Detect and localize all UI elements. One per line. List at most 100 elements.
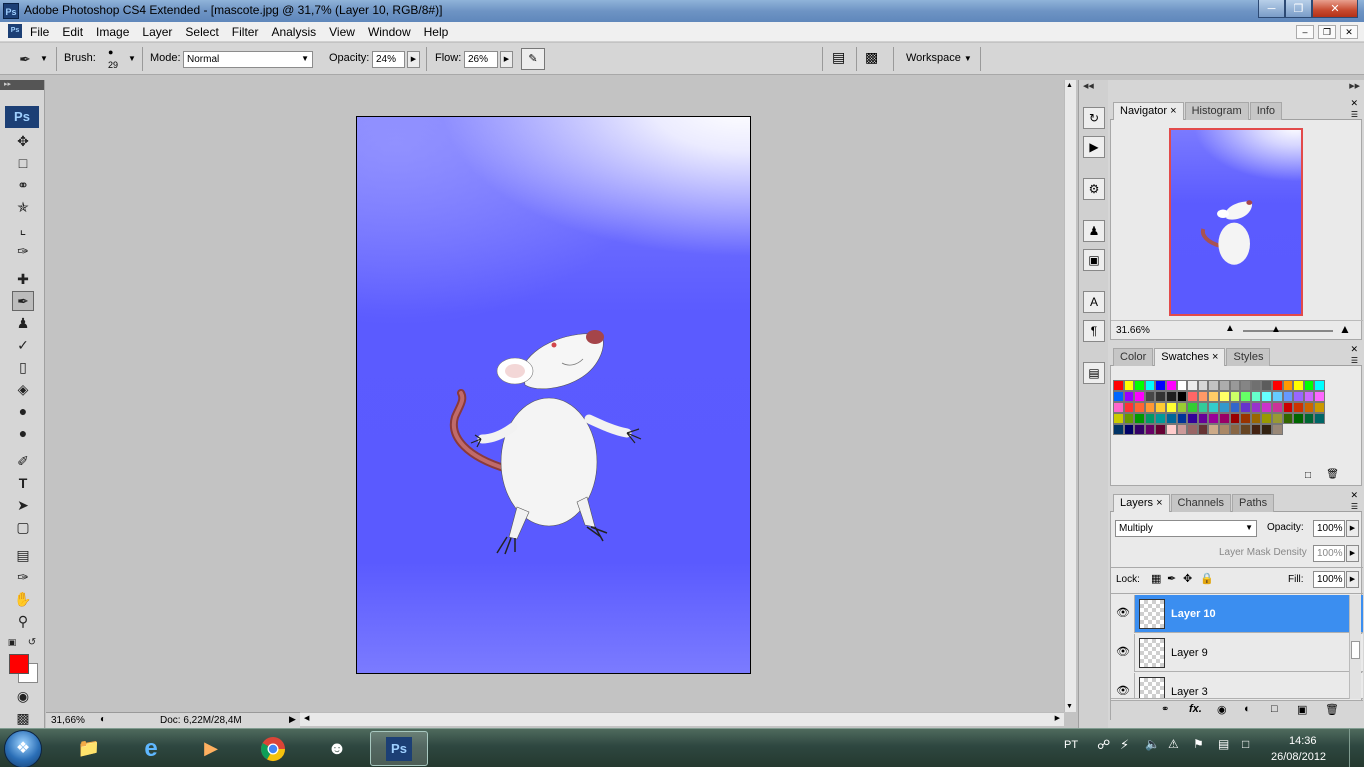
swatch[interactable] <box>1303 413 1315 424</box>
menu-analysis[interactable]: Analysis <box>271 25 316 39</box>
swatch[interactable] <box>1113 424 1124 435</box>
lasso-icon[interactable]: ⚭ <box>12 175 34 195</box>
add-mask-icon[interactable]: ◉ <box>1217 703 1227 716</box>
swatch[interactable] <box>1187 391 1198 402</box>
history-icon[interactable]: ↻ <box>1083 107 1105 129</box>
swatch[interactable] <box>1218 380 1230 391</box>
swatch[interactable] <box>1314 380 1325 391</box>
link-layers-icon[interactable]: ⚭ <box>1161 704 1169 715</box>
airbrush-icon[interactable]: ✎ <box>521 48 545 70</box>
tab-histogram[interactable]: Histogram <box>1184 102 1249 120</box>
swatch[interactable] <box>1144 402 1156 413</box>
swatch[interactable] <box>1208 402 1219 413</box>
swatch[interactable] <box>1176 413 1188 424</box>
swatch[interactable] <box>1271 380 1283 391</box>
swatch[interactable] <box>1197 391 1209 402</box>
swatch[interactable] <box>1229 402 1241 413</box>
swatch[interactable] <box>1113 391 1124 402</box>
menu-select[interactable]: Select <box>185 25 218 39</box>
doc-minimize-button[interactable]: – <box>1296 25 1314 39</box>
layer-style-icon[interactable]: fx. <box>1189 703 1202 715</box>
layer-row[interactable]: 👁 Layer 10 <box>1111 595 1363 633</box>
zoom-slider[interactable] <box>1243 330 1333 332</box>
fill-input[interactable]: 100% <box>1313 571 1345 588</box>
swatch[interactable] <box>1134 424 1145 435</box>
menu-edit[interactable]: Edit <box>62 25 83 39</box>
swatch[interactable] <box>1187 424 1198 435</box>
swatch[interactable] <box>1134 413 1145 424</box>
swatch[interactable] <box>1282 391 1294 402</box>
panel-grip[interactable]: ▸▸ <box>0 80 44 90</box>
document-canvas[interactable] <box>356 116 751 674</box>
swatch[interactable] <box>1293 413 1304 424</box>
swatch[interactable] <box>1314 391 1325 402</box>
network-icon[interactable]: ☍ <box>1097 737 1110 753</box>
messenger-icon[interactable]: ☻ <box>308 731 366 766</box>
layer-row[interactable]: 👁 Layer 3 <box>1111 673 1363 699</box>
swatch[interactable] <box>1123 380 1135 391</box>
expand-panels-icon[interactable]: ▶▶ <box>1349 82 1360 90</box>
swatch[interactable] <box>1218 413 1230 424</box>
delete-layer-icon[interactable]: 🗑 <box>1325 703 1339 716</box>
photoshop-taskbar-button[interactable]: Ps <box>370 731 428 766</box>
connection-icon[interactable]: ⚠ <box>1168 737 1179 751</box>
swatch[interactable] <box>1314 402 1325 413</box>
swatch[interactable] <box>1155 391 1166 402</box>
swatch[interactable] <box>1261 380 1272 391</box>
swatch[interactable] <box>1293 391 1304 402</box>
swatch[interactable] <box>1187 402 1198 413</box>
swatch[interactable] <box>1303 380 1315 391</box>
stamp-icon[interactable]: ♟ <box>12 313 34 333</box>
swatch[interactable] <box>1197 380 1209 391</box>
opacity-slider-button[interactable]: ▶ <box>407 51 420 68</box>
visibility-eye-icon[interactable]: 👁 <box>1115 606 1131 620</box>
swatch[interactable] <box>1165 391 1177 402</box>
swatch[interactable] <box>1155 402 1166 413</box>
blend-mode-select[interactable]: Multiply ▼ <box>1115 520 1257 537</box>
menu-layer[interactable]: Layer <box>142 25 172 39</box>
scroll-right-icon[interactable]: ▶ <box>1055 714 1060 722</box>
swatch[interactable] <box>1229 391 1241 402</box>
swatch[interactable] <box>1176 380 1188 391</box>
eraser-icon[interactable]: ▯ <box>12 357 34 377</box>
default-colors-icon[interactable]: ▣ <box>6 636 18 648</box>
swatch[interactable] <box>1134 402 1145 413</box>
menu-help[interactable]: Help <box>424 25 449 39</box>
history-brush-icon[interactable]: ✓ <box>12 335 34 355</box>
navigator-zoom[interactable]: 31.66% <box>1116 325 1150 336</box>
power-icon[interactable]: ⚡ <box>1120 737 1129 753</box>
layer-row[interactable]: 👁 Layer 9 <box>1111 634 1363 672</box>
swatch[interactable] <box>1250 402 1262 413</box>
hand-icon[interactable]: ✋ <box>12 589 34 609</box>
swatch[interactable] <box>1240 402 1251 413</box>
tab-color[interactable]: Color <box>1113 348 1154 366</box>
media-player-icon[interactable]: ▶ <box>182 731 240 766</box>
tab-layers[interactable]: Layers × <box>1113 494 1170 512</box>
doc-restore-button[interactable]: ❐ <box>1318 25 1336 39</box>
menu-file[interactable]: File <box>30 25 49 39</box>
swatch[interactable] <box>1282 402 1294 413</box>
swatch[interactable] <box>1261 391 1272 402</box>
flag-icon[interactable]: ⚑ <box>1193 737 1204 751</box>
canvas-area[interactable] <box>46 80 1064 712</box>
notes-panel-icon[interactable]: ▤ <box>1083 362 1105 384</box>
swatch[interactable] <box>1134 391 1145 402</box>
swatch[interactable] <box>1282 380 1294 391</box>
swatch[interactable] <box>1155 413 1166 424</box>
menu-view[interactable]: View <box>329 25 355 39</box>
swatch[interactable] <box>1208 424 1219 435</box>
blur-icon[interactable]: ● <box>12 401 34 421</box>
quick-mask-icon[interactable]: ◉ <box>12 686 34 706</box>
crop-icon[interactable]: ⌞ <box>12 219 34 239</box>
new-layer-icon[interactable]: ▣ <box>1297 703 1307 716</box>
swatch[interactable] <box>1155 424 1166 435</box>
swatch[interactable] <box>1176 402 1188 413</box>
paint-bucket-icon[interactable]: ◈ <box>12 379 34 399</box>
clock-date[interactable]: 26/08/2012 <box>1271 751 1326 763</box>
swatch[interactable] <box>1293 380 1304 391</box>
swatch[interactable] <box>1165 402 1177 413</box>
clone-source-icon[interactable]: ♟ <box>1083 220 1105 242</box>
visibility-eye-icon[interactable]: 👁 <box>1115 645 1131 659</box>
swatch[interactable] <box>1113 413 1124 424</box>
swatch[interactable] <box>1240 380 1251 391</box>
